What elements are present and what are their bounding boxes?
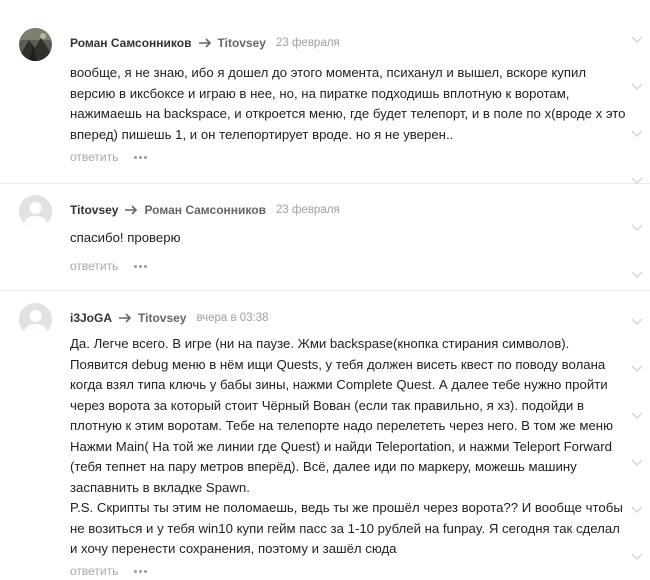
comment-text: Да. Легче всего. В игре (ни на паузе. Жм… <box>70 334 630 560</box>
reply-arrow-icon <box>118 313 132 323</box>
collapse-chevron-icon[interactable] <box>631 224 643 232</box>
more-dots-icon[interactable] <box>134 569 148 573</box>
more-dots-icon[interactable] <box>134 155 148 159</box>
author-name[interactable]: Роман Самсонников <box>70 35 192 51</box>
collapse-chevron-icon[interactable] <box>631 553 643 561</box>
avatar[interactable] <box>19 28 52 61</box>
reply-arrow-icon <box>124 205 138 215</box>
reply-to-name[interactable]: Роман Самсонников <box>144 202 266 218</box>
comment-text: спасибо! проверю <box>70 228 630 249</box>
collapse-chevron-icon[interactable] <box>631 365 643 373</box>
author-name[interactable]: Titovsey <box>70 202 118 218</box>
reply-arrow-icon <box>198 38 212 48</box>
collapse-chevron-icon[interactable] <box>631 506 643 514</box>
collapse-chevron-icon[interactable] <box>631 412 643 420</box>
comment-body: спасибо! проверю <box>70 230 181 245</box>
avatar[interactable] <box>19 303 52 336</box>
collapse-chevron-icon[interactable] <box>631 177 643 185</box>
comment-actions: ответить <box>70 258 148 274</box>
divider <box>0 290 650 291</box>
reply-to-name[interactable]: Titovsey <box>218 35 266 51</box>
comment-body: Да. Легче всего. В игре (ни на паузе. Жм… <box>70 336 623 556</box>
comment-date[interactable]: вчера в 03:38 <box>196 310 268 326</box>
default-avatar-icon <box>19 303 52 336</box>
collapse-chevron-icon[interactable] <box>631 459 643 467</box>
author-name[interactable]: i3JoGA <box>70 310 112 326</box>
comment-meta: Роман Самсонников Titovsey 23 февраля <box>70 35 340 51</box>
collapse-chevron-icon[interactable] <box>631 130 643 138</box>
collapse-chevron-icon[interactable] <box>631 83 643 91</box>
comment-actions: ответить <box>70 563 148 579</box>
comment-actions: ответить <box>70 149 148 165</box>
photo-avatar <box>19 28 52 61</box>
comment-meta: i3JoGA Titovsey вчера в 03:38 <box>70 310 269 326</box>
reply-button[interactable]: ответить <box>70 149 118 165</box>
comment-body: вообще, я не знаю, ибо я дошел до этого … <box>70 65 626 142</box>
reply-button[interactable]: ответить <box>70 563 118 579</box>
collapse-chevron-icon[interactable] <box>631 318 643 326</box>
reply-to-name[interactable]: Titovsey <box>138 310 186 326</box>
divider <box>0 183 650 184</box>
comment-meta: Titovsey Роман Самсонников 23 февраля <box>70 202 340 218</box>
comment-date[interactable]: 23 февраля <box>276 35 340 51</box>
reply-button[interactable]: ответить <box>70 258 118 274</box>
comment-date[interactable]: 23 февраля <box>276 202 340 218</box>
avatar[interactable] <box>19 195 52 228</box>
collapse-chevron-icon[interactable] <box>631 271 643 279</box>
comment-text: вообще, я не знаю, ибо я дошел до этого … <box>70 63 630 145</box>
more-dots-icon[interactable] <box>134 264 148 268</box>
default-avatar-icon <box>19 195 52 228</box>
collapse-chevron-icon[interactable] <box>631 36 643 44</box>
